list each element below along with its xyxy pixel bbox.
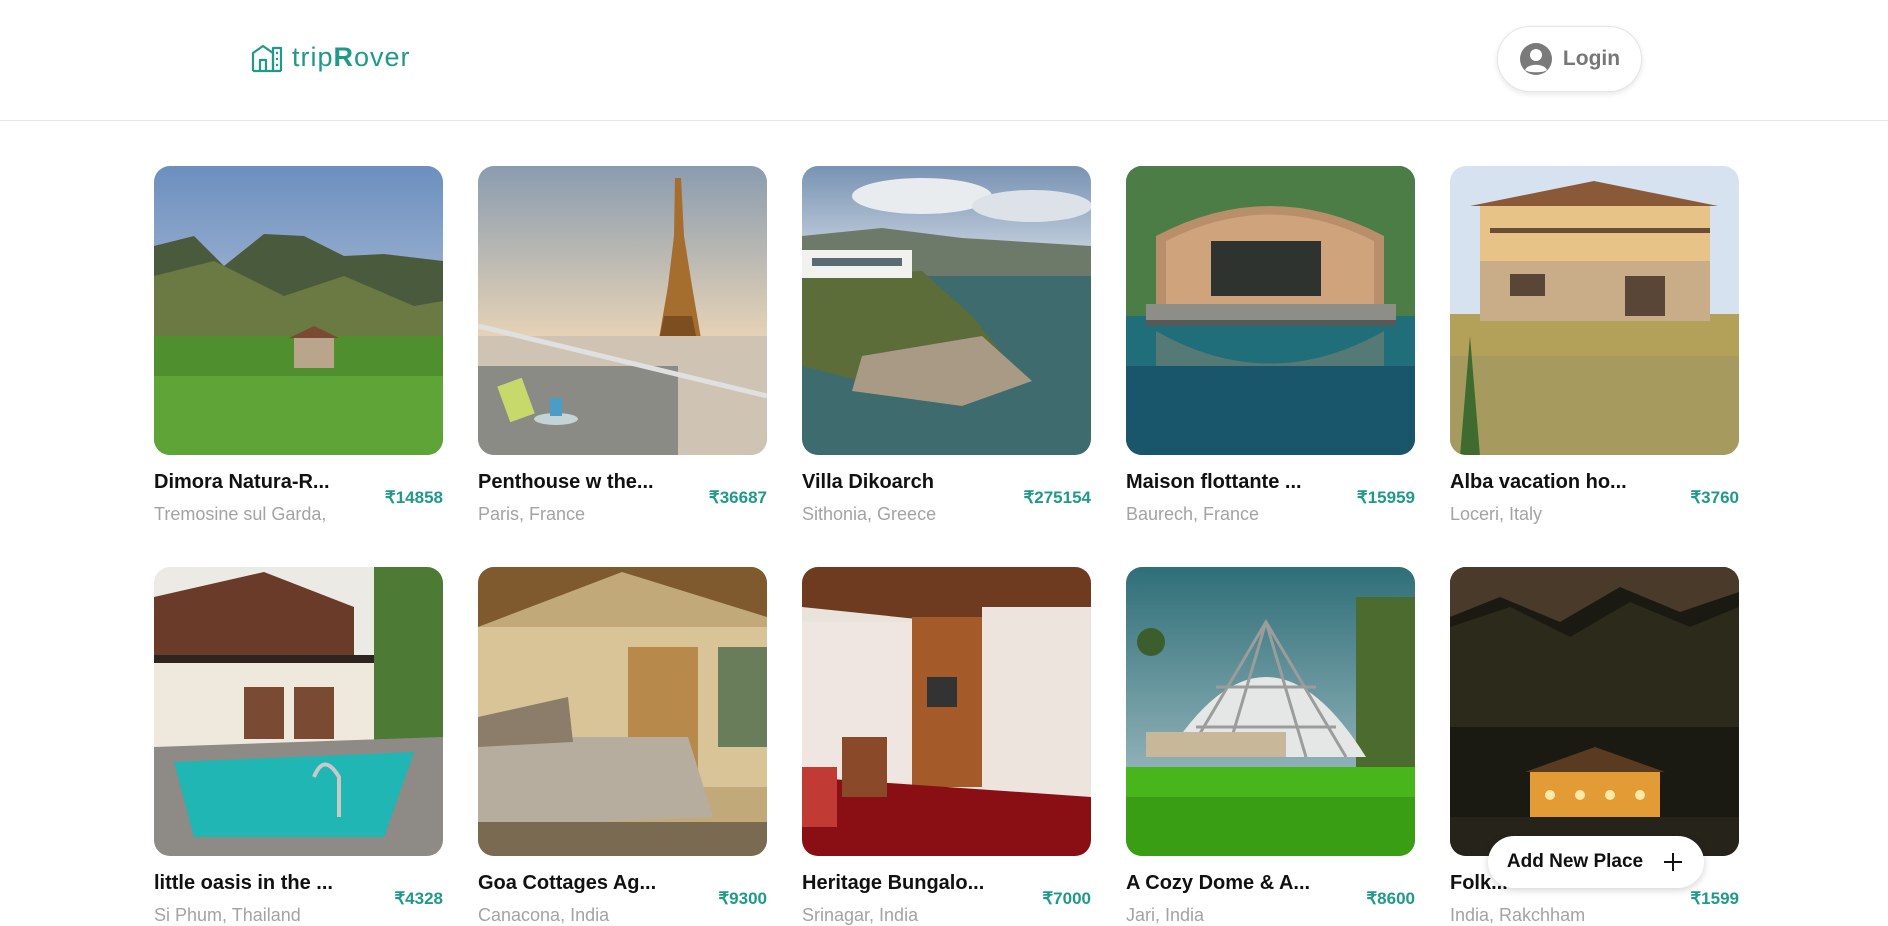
- add-new-place-label: Add New Place: [1506, 851, 1644, 872]
- listing-location: Canacona, India: [478, 905, 610, 925]
- listing-photo[interactable]: [1126, 166, 1415, 455]
- listing-card[interactable]: Heritage Bungalo... Srinagar, India ₹700…: [802, 567, 1091, 926]
- listing-location: Si Phum, Thailand: [154, 905, 301, 925]
- listing-photo[interactable]: [478, 567, 767, 856]
- house-icon: [251, 44, 283, 73]
- listing-price: ₹4328: [394, 889, 443, 908]
- listing-card[interactable]: Dimora Natura-R... Tremosine sul Garda, …: [154, 166, 443, 525]
- listing-location: Jari, India: [1126, 905, 1205, 925]
- listing-price: ₹36687: [708, 488, 767, 507]
- listing-price: ₹14858: [384, 488, 443, 507]
- listing-location: Sithonia, Greece: [802, 504, 937, 524]
- listing-card[interactable]: Penthouse w the... Paris, France ₹36687: [478, 166, 767, 525]
- listing-price: ₹1599: [1690, 889, 1739, 908]
- listing-title[interactable]: Villa Dikoarch: [802, 471, 1002, 494]
- listing-photo[interactable]: [1450, 166, 1739, 455]
- listing-photo[interactable]: [154, 166, 443, 455]
- listing-price: ₹7000: [1042, 889, 1091, 908]
- listing-location: Srinagar, India: [802, 905, 919, 925]
- listing-card[interactable]: Villa Dikoarch Sithonia, Greece ₹275154: [802, 166, 1091, 525]
- listing-title[interactable]: Alba vacation ho...: [1450, 471, 1650, 494]
- listing-photo[interactable]: [802, 166, 1091, 455]
- listing-location: Baurech, France: [1126, 504, 1260, 524]
- listing-card[interactable]: A Cozy Dome & A... Jari, India ₹8600: [1126, 567, 1415, 926]
- listing-photo[interactable]: [478, 166, 767, 455]
- listing-title[interactable]: Dimora Natura-R...: [154, 471, 354, 494]
- brand-name: tripRover: [292, 41, 411, 72]
- listing-photo[interactable]: [154, 567, 443, 856]
- listing-location: India, Rakchham: [1450, 905, 1586, 925]
- listings-grid: Dimora Natura-R... Tremosine sul Garda, …: [154, 166, 1740, 926]
- listing-price: ₹275154: [1023, 488, 1091, 507]
- listing-title[interactable]: A Cozy Dome & A...: [1126, 872, 1326, 895]
- listing-title[interactable]: little oasis in the ...: [154, 872, 354, 895]
- top-nav: tripRover Login: [0, 0, 1888, 121]
- listing-photo[interactable]: [1126, 567, 1415, 856]
- listing-price: ₹3760: [1690, 488, 1739, 507]
- user-avatar-icon: [1519, 43, 1552, 75]
- listing-price: ₹9300: [718, 889, 767, 908]
- plus-icon: [1664, 853, 1683, 871]
- listing-title[interactable]: Goa Cottages Ag...: [478, 872, 678, 895]
- listing-card[interactable]: Goa Cottages Ag... Canacona, India ₹9300: [478, 567, 767, 926]
- listing-location: Loceri, Italy: [1450, 504, 1543, 524]
- listing-location: Tremosine sul Garda,: [154, 504, 327, 524]
- listing-title[interactable]: Maison flottante ...: [1126, 471, 1326, 494]
- listing-price: ₹15959: [1356, 488, 1415, 507]
- listing-card[interactable]: Alba vacation ho... Loceri, Italy ₹3760: [1450, 166, 1739, 525]
- listing-photo[interactable]: [802, 567, 1091, 856]
- listing-card[interactable]: little oasis in the ... Si Phum, Thailan…: [154, 567, 443, 926]
- add-new-place-button[interactable]: Add New Place: [1488, 836, 1704, 888]
- listing-title[interactable]: Heritage Bungalo...: [802, 872, 1002, 895]
- login-label: Login: [1562, 47, 1621, 70]
- listing-photo[interactable]: [1450, 567, 1739, 856]
- listing-title[interactable]: Penthouse w the...: [478, 471, 678, 494]
- listing-card[interactable]: Maison flottante ... Baurech, France ₹15…: [1126, 166, 1415, 525]
- listing-price: ₹8600: [1366, 889, 1415, 908]
- brand-logo[interactable]: tripRover: [250, 40, 411, 74]
- listing-location: Paris, France: [478, 504, 586, 524]
- login-button[interactable]: Login: [1497, 26, 1642, 92]
